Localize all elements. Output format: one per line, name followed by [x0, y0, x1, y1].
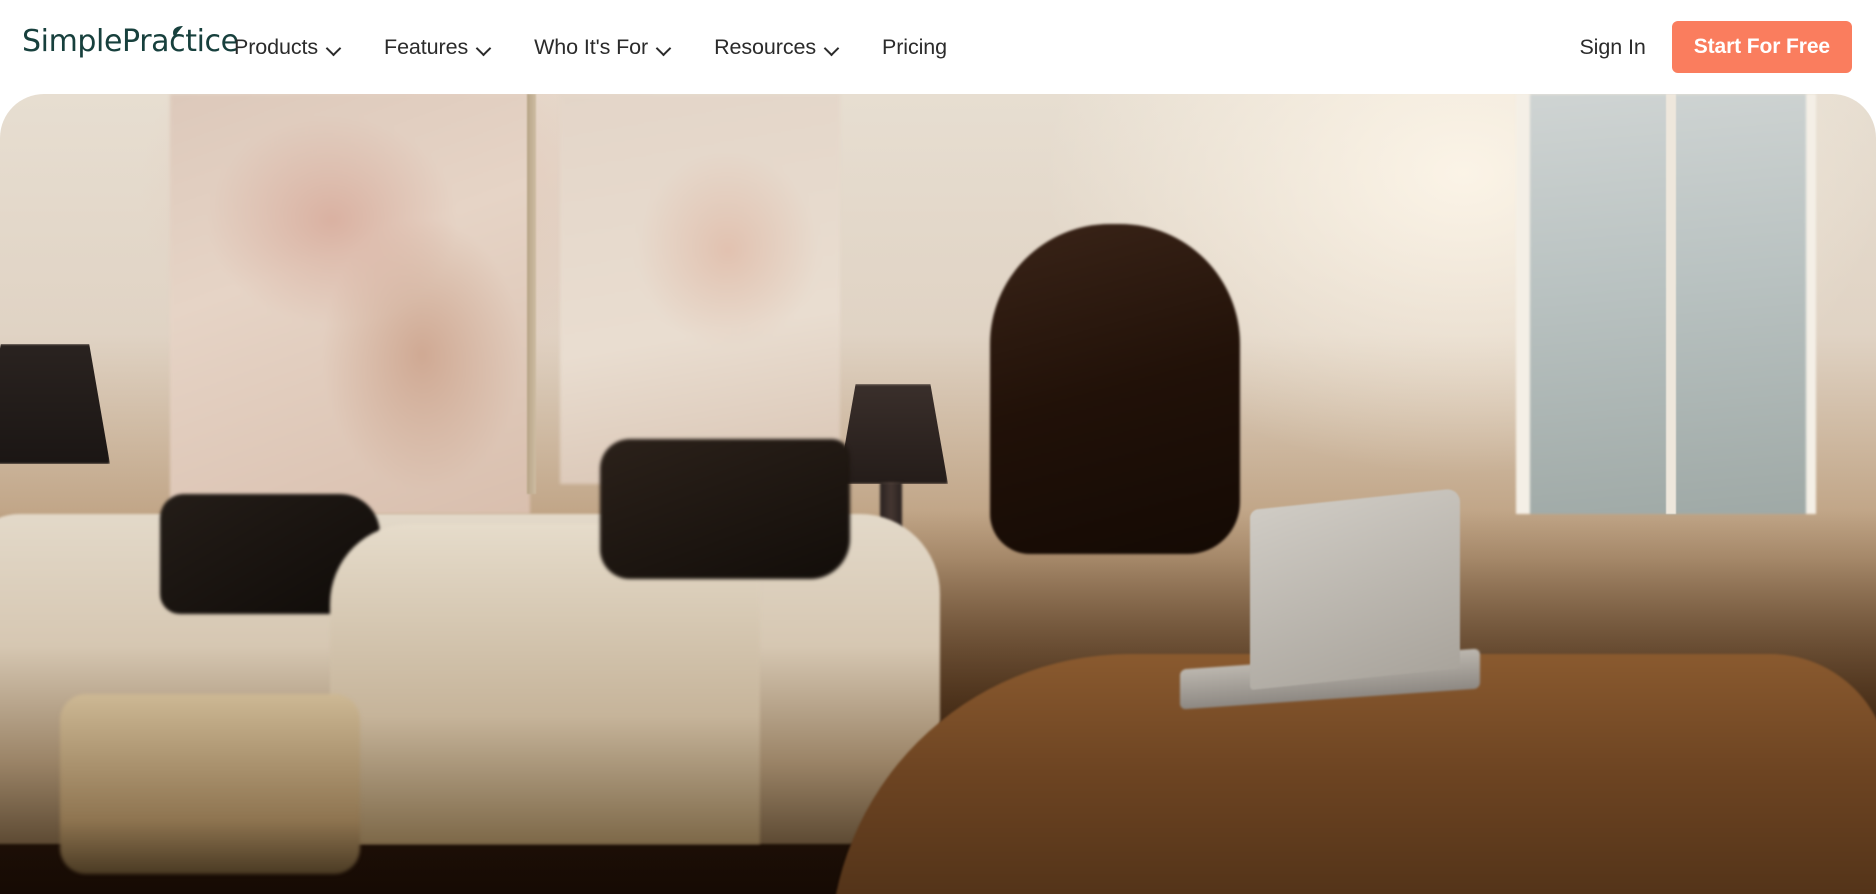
nav-item-products[interactable]: Products — [234, 27, 340, 68]
laptop-screen — [1250, 487, 1460, 691]
nav-item-who-its-for-label: Who It's For — [534, 34, 649, 59]
primary-nav-links: Products Features Who It's For Resources… — [234, 0, 947, 94]
nav-item-pricing[interactable]: Pricing — [882, 27, 947, 68]
start-for-free-button[interactable]: Start For Free — [1671, 21, 1852, 73]
table-lamp-left — [0, 344, 110, 464]
nav-item-resources[interactable]: Resources — [714, 27, 838, 68]
nav-item-pricing-label: Pricing — [881, 34, 948, 59]
nav-item-resources-label: Resources — [714, 34, 816, 59]
nav-item-products-label: Products — [234, 34, 319, 59]
top-navigation-bar: Simple Practice Products Features Who It'… — [0, 0, 1876, 94]
nav-item-features-label: Features — [384, 34, 469, 59]
sign-in-link[interactable]: Sign In — [1579, 35, 1645, 60]
logo-text-simple: Simple — [22, 24, 123, 59]
face — [1048, 280, 1208, 495]
wall-art-left — [170, 94, 530, 514]
chevron-down-icon — [657, 45, 670, 53]
simplepractice-logo[interactable]: Simple Practice — [22, 24, 239, 59]
chevron-down-icon — [327, 45, 340, 53]
nav-item-features[interactable]: Features — [384, 27, 490, 68]
chevron-down-icon — [825, 45, 838, 53]
chevron-down-icon — [477, 45, 490, 53]
nav-actions: Sign In Start For Free — [1579, 0, 1852, 94]
door-mullion — [1666, 94, 1676, 514]
hero-section: Calendar Clients Billing — [0, 94, 1876, 894]
leaf-icon — [170, 15, 184, 38]
wall-art-right — [560, 94, 840, 484]
wall-art-edge — [527, 94, 536, 494]
hero-background-photo — [0, 94, 1876, 894]
dark-cushion-right — [600, 439, 850, 579]
nav-item-who-its-for[interactable]: Who It's For — [534, 27, 670, 68]
ottoman — [60, 694, 360, 874]
